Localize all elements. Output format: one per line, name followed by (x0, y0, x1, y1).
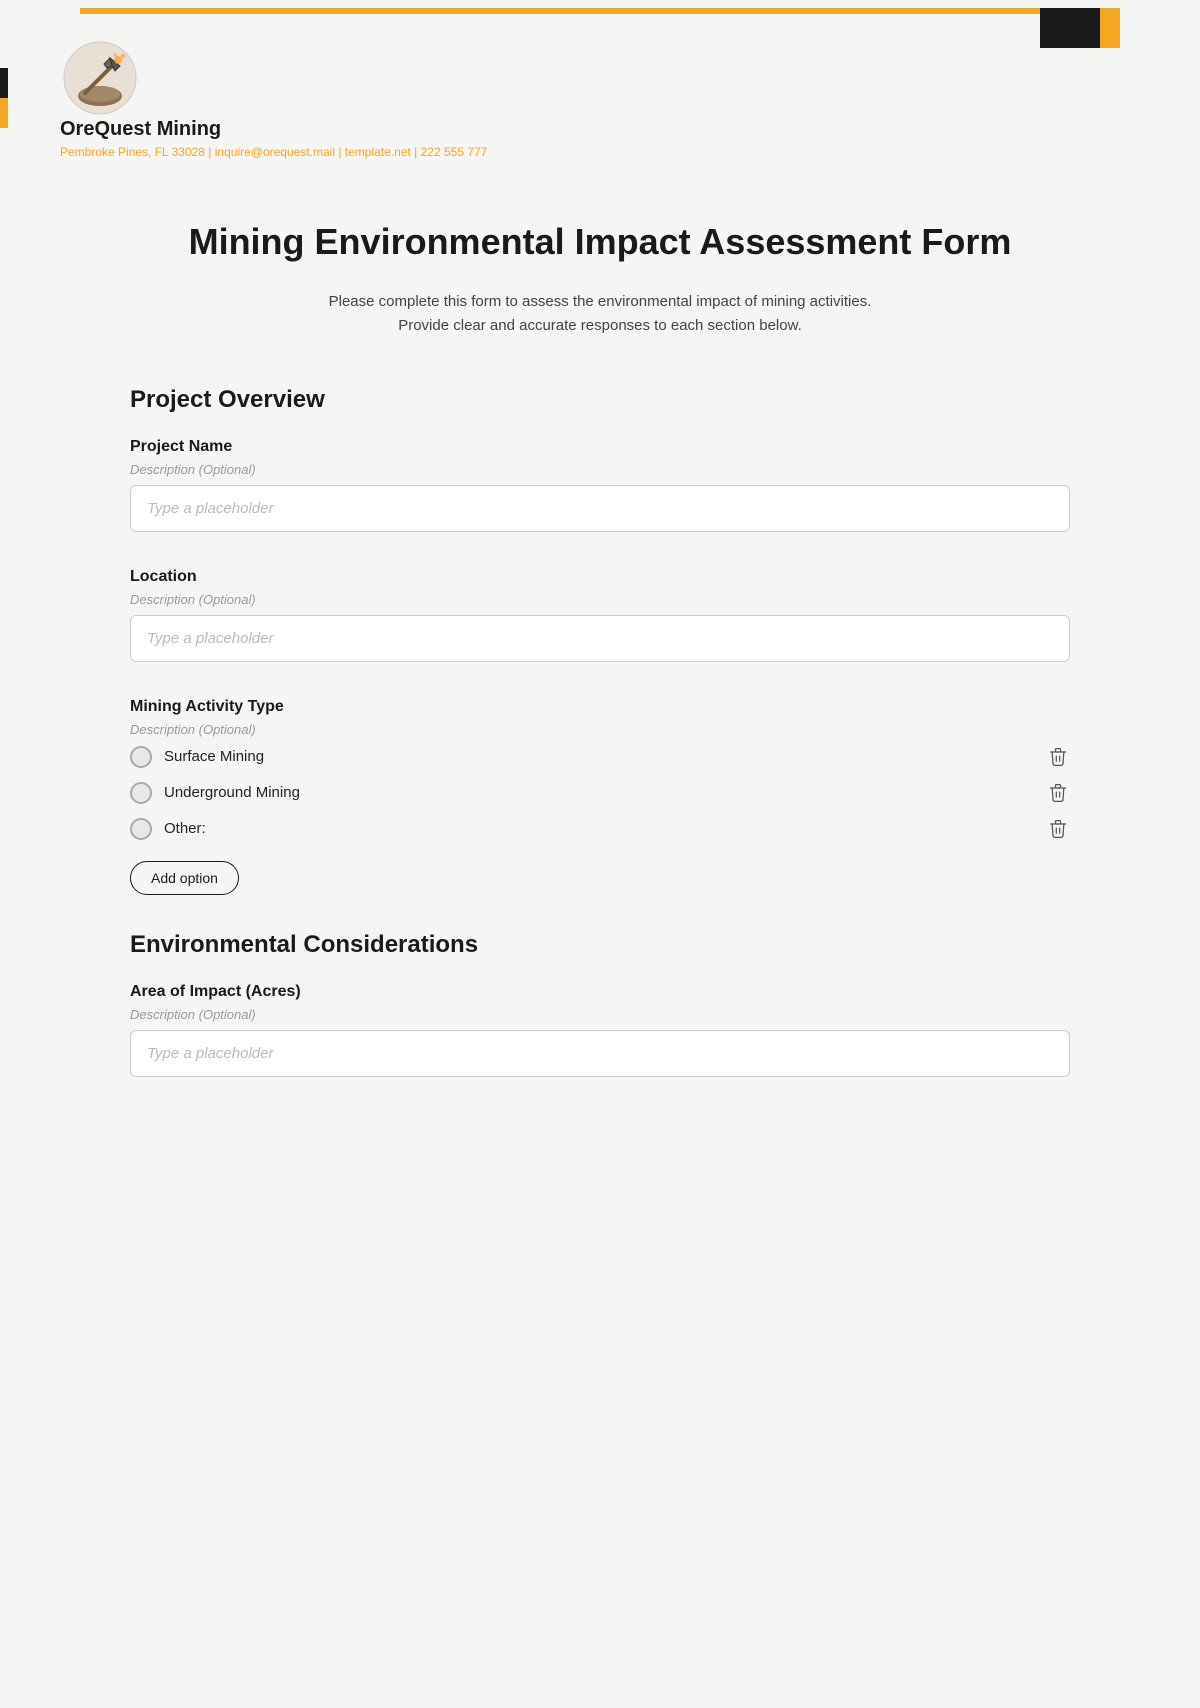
main-content: Mining Environmental Impact Assessment F… (50, 179, 1150, 1153)
left-bar (0, 68, 8, 128)
field-label-location: Location (130, 568, 1070, 586)
section-title-environmental: Environmental Considerations (130, 931, 1070, 959)
delete-icon-other[interactable] (1046, 817, 1070, 841)
radio-option-underground-mining: Underground Mining (130, 781, 1070, 805)
form-title: Mining Environmental Impact Assessment F… (130, 219, 1070, 266)
header: OreQuest Mining Pembroke Pines, FL 33028… (0, 8, 1200, 179)
top-bar-black-block (1040, 8, 1100, 48)
left-bar-black (0, 68, 8, 98)
company-name: OreQuest Mining (60, 118, 221, 141)
radio-circle-surface[interactable] (130, 746, 152, 768)
section-title-project-overview: Project Overview (130, 386, 1070, 414)
field-group-area-of-impact: Area of Impact (Acres) Description (Opti… (130, 983, 1070, 1077)
field-label-project-name: Project Name (130, 438, 1070, 456)
field-desc-location: Description (Optional) (130, 592, 1070, 607)
field-group-location: Location Description (Optional) (130, 568, 1070, 662)
location-input[interactable] (130, 615, 1070, 662)
radio-label-underground-mining: Underground Mining (164, 784, 300, 801)
top-bar-orange-block (1100, 8, 1120, 48)
top-bar (0, 8, 1200, 16)
delete-icon-underground-mining[interactable] (1046, 781, 1070, 805)
field-label-area-of-impact: Area of Impact (Acres) (130, 983, 1070, 1001)
form-description: Please complete this form to assess the … (130, 290, 1070, 338)
radio-circle-other[interactable] (130, 818, 152, 840)
field-desc-mining-activity: Description (Optional) (130, 722, 1070, 737)
radio-label-surface-mining: Surface Mining (164, 748, 264, 765)
field-label-mining-activity: Mining Activity Type (130, 698, 1070, 716)
area-of-impact-input[interactable] (130, 1030, 1070, 1077)
radio-option-other: Other: (130, 817, 1070, 841)
add-option-button[interactable]: Add option (130, 861, 239, 895)
logo-area: OreQuest Mining Pembroke Pines, FL 33028… (60, 38, 1140, 159)
field-group-mining-activity: Mining Activity Type Description (Option… (130, 698, 1070, 895)
radio-option-surface-mining: Surface Mining (130, 745, 1070, 769)
field-group-project-name: Project Name Description (Optional) (130, 438, 1070, 532)
company-logo (60, 38, 140, 118)
radio-circle-underground[interactable] (130, 782, 152, 804)
add-option-label: Add option (151, 870, 218, 886)
project-name-input[interactable] (130, 485, 1070, 532)
top-bar-orange-line (80, 8, 1040, 14)
company-contact: Pembroke Pines, FL 33028 | inquire@orequ… (60, 145, 487, 159)
delete-icon-surface-mining[interactable] (1046, 745, 1070, 769)
field-desc-project-name: Description (Optional) (130, 462, 1070, 477)
field-desc-area-of-impact: Description (Optional) (130, 1007, 1070, 1022)
radio-label-other: Other: (164, 820, 206, 837)
left-bar-orange (0, 98, 8, 128)
